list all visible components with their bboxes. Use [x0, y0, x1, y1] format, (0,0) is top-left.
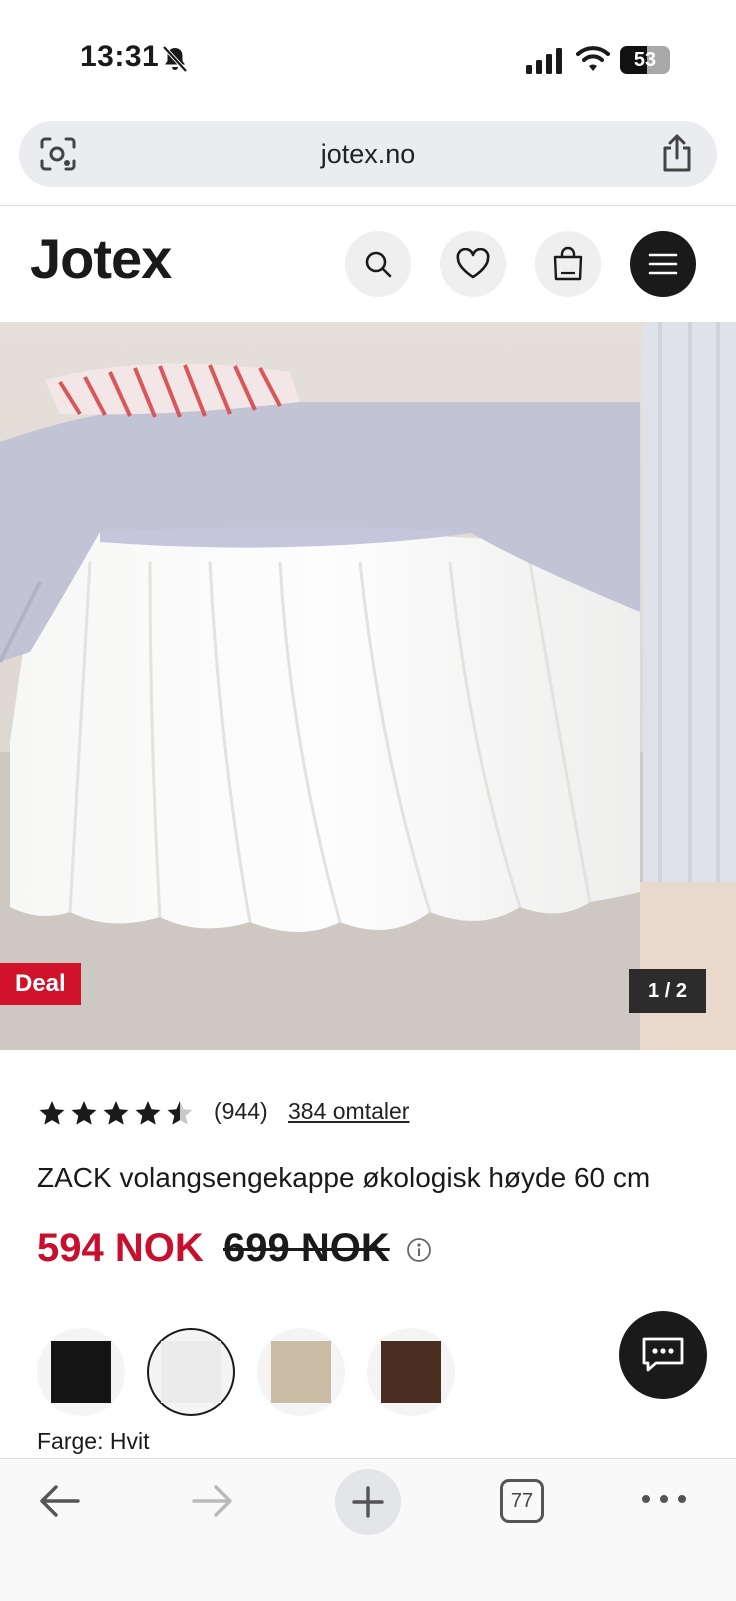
swatch-chip	[161, 1341, 221, 1403]
color-swatch-brown[interactable]	[367, 1328, 455, 1416]
image-counter: 1 / 2	[629, 969, 706, 1013]
search-button[interactable]	[345, 231, 411, 297]
more-icon[interactable]	[640, 1487, 688, 1511]
product-title: ZACK volangsengekappe økologisk høyde 60…	[37, 1162, 651, 1193]
chat-button[interactable]	[619, 1311, 707, 1399]
hamburger-menu-icon	[648, 253, 678, 275]
swatch-chip	[51, 1341, 111, 1403]
reviews-link[interactable]: 384 omtaler	[288, 1098, 409, 1125]
forward-arrow-icon[interactable]	[190, 1481, 236, 1521]
site-logo[interactable]: Jotex	[30, 226, 172, 291]
bell-slash-icon	[162, 45, 188, 73]
rating-count: (944)	[214, 1098, 268, 1124]
new-tab-button[interactable]	[335, 1469, 401, 1535]
heart-icon	[456, 248, 490, 279]
color-swatch-black[interactable]	[37, 1328, 125, 1416]
search-icon	[365, 251, 392, 278]
star-icon	[71, 1101, 97, 1125]
color-swatch-white[interactable]	[147, 1328, 235, 1416]
url-text[interactable]: jotex.no	[19, 139, 717, 170]
cart-button[interactable]	[535, 231, 601, 297]
deal-badge: Deal	[0, 963, 81, 1005]
color-swatch-beige[interactable]	[257, 1328, 345, 1416]
status-time: 13:31	[80, 40, 160, 73]
plus-icon	[352, 1486, 384, 1518]
divider	[0, 205, 736, 206]
signal-icon	[526, 48, 562, 74]
battery-indicator: 53	[620, 46, 670, 74]
chat-icon	[642, 1337, 684, 1372]
product-image[interactable]	[0, 322, 736, 1050]
star-icon	[39, 1101, 65, 1125]
product-photo	[0, 322, 736, 1050]
back-arrow-icon[interactable]	[36, 1481, 82, 1521]
browser-toolbar: 77	[0, 1458, 736, 1601]
star-icon	[103, 1101, 129, 1125]
wishlist-button[interactable]	[440, 231, 506, 297]
tabs-button[interactable]: 77	[500, 1479, 544, 1523]
share-icon[interactable]	[659, 133, 695, 173]
old-price: 699 NOK	[223, 1226, 390, 1270]
star-icon	[135, 1101, 161, 1125]
selected-color-label: Farge: Hvit	[37, 1428, 150, 1454]
shopping-bag-icon	[553, 246, 583, 281]
half-star-icon	[167, 1101, 193, 1125]
sale-price: 594 NOK	[37, 1226, 204, 1270]
rating-stars	[39, 1101, 193, 1125]
menu-button[interactable]	[630, 231, 696, 297]
info-icon[interactable]	[406, 1237, 432, 1263]
address-bar[interactable]: jotex.no	[19, 121, 717, 187]
battery-percent: 53	[633, 49, 657, 71]
swatch-chip	[381, 1341, 441, 1403]
swatch-chip	[271, 1341, 331, 1403]
wifi-icon	[576, 46, 610, 71]
